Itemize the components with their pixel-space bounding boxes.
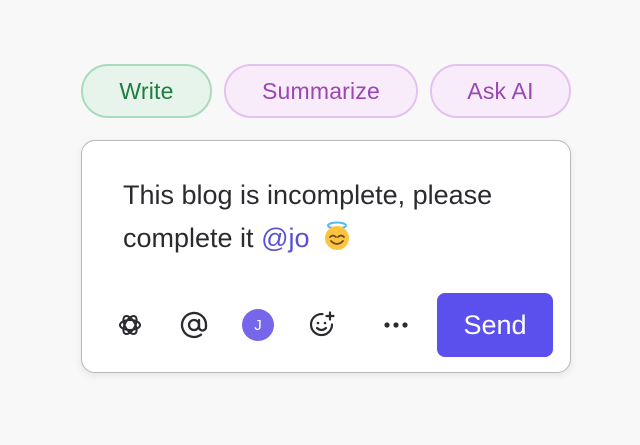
composer-toolbar: J Send xyxy=(82,293,570,357)
write-chip[interactable]: Write xyxy=(81,64,212,118)
smiling-face-with-halo-emoji xyxy=(323,221,351,264)
at-sign-icon[interactable] xyxy=(178,309,210,341)
summarize-chip[interactable]: Summarize xyxy=(224,64,418,118)
action-chips: Write Summarize Ask AI xyxy=(81,64,571,118)
send-button[interactable]: Send xyxy=(437,293,553,357)
message-text-area[interactable]: This blog is incomplete, please complete… xyxy=(123,174,543,264)
avatar-initial: J xyxy=(242,309,274,341)
message-composer[interactable]: This blog is incomplete, please complete… xyxy=(81,140,571,373)
add-emoji-icon[interactable] xyxy=(306,309,338,341)
more-icon[interactable] xyxy=(380,309,412,341)
user-avatar[interactable]: J xyxy=(242,309,274,341)
openai-icon[interactable] xyxy=(114,309,146,341)
ask-ai-chip[interactable]: Ask AI xyxy=(430,64,571,118)
mention-tag[interactable]: @jo xyxy=(261,223,309,253)
